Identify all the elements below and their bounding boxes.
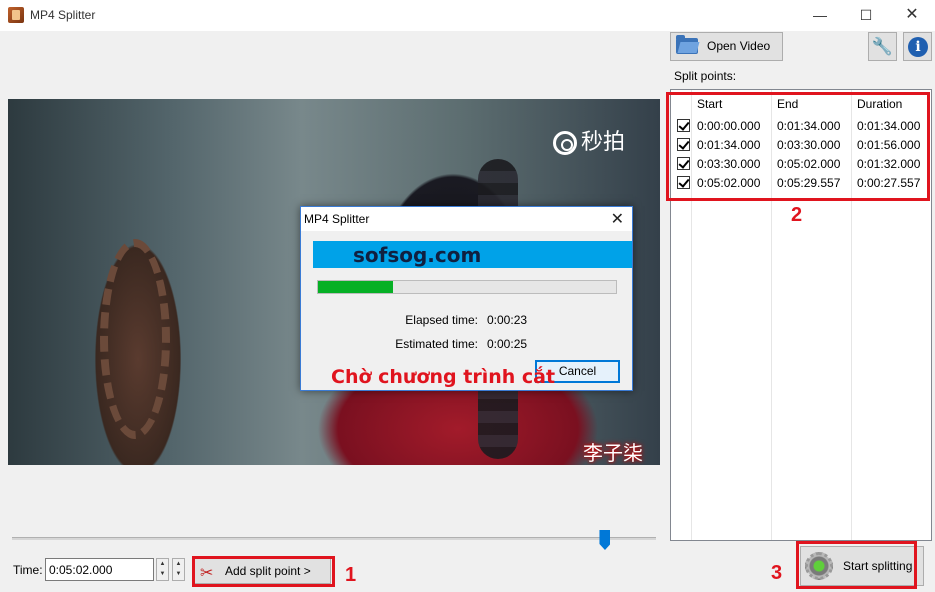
close-button[interactable]: ✕ bbox=[889, 0, 935, 31]
progress-dialog: MP4 Splitter ✕ sofsog.com Elapsed time: … bbox=[300, 206, 633, 391]
progress-fill bbox=[318, 281, 393, 293]
wait-caption: Chờ chương trình cắt bbox=[331, 366, 556, 388]
wrench-icon: 🔧 bbox=[871, 37, 894, 56]
annotation-number-2: 2 bbox=[791, 204, 803, 226]
minimize-button[interactable]: — bbox=[797, 0, 843, 31]
elapsed-label: Elapsed time: bbox=[405, 313, 478, 327]
video-watermark: 秒拍 bbox=[553, 124, 625, 156]
timeline-slider-track[interactable] bbox=[12, 537, 656, 540]
video-caption: 李子柒 bbox=[583, 441, 643, 465]
open-video-button[interactable]: Open Video bbox=[670, 32, 783, 61]
estimated-value: 0:00:25 bbox=[487, 337, 528, 351]
time-spinner-2[interactable]: ▲ ▼ bbox=[172, 558, 185, 581]
time-spinner-1[interactable]: ▲ ▼ bbox=[156, 558, 169, 581]
progress-bar bbox=[317, 280, 617, 294]
maximize-button[interactable]: ☐ bbox=[843, 0, 889, 31]
watermark-banner: sofsog.com bbox=[313, 241, 632, 268]
time-input[interactable] bbox=[45, 558, 154, 581]
info-button[interactable]: i bbox=[903, 32, 932, 61]
annotation-box-1 bbox=[192, 556, 335, 587]
open-video-label: Open Video bbox=[707, 39, 771, 53]
settings-button[interactable]: 🔧 bbox=[868, 32, 897, 61]
elapsed-value: 0:00:23 bbox=[487, 313, 528, 327]
camera-icon bbox=[553, 131, 577, 155]
dialog-close-icon[interactable]: ✕ bbox=[611, 209, 624, 229]
split-points-label: Split points: bbox=[674, 69, 737, 83]
dialog-title: MP4 Splitter bbox=[304, 212, 370, 226]
estimated-label: Estimated time: bbox=[395, 337, 478, 351]
timeline-slider-thumb[interactable] bbox=[599, 530, 611, 550]
window-title: MP4 Splitter bbox=[30, 8, 96, 22]
info-icon: i bbox=[908, 37, 928, 57]
background-wheel bbox=[100, 239, 170, 439]
dialog-title-bar: MP4 Splitter ✕ bbox=[301, 207, 632, 231]
folder-icon bbox=[676, 35, 698, 54]
annotation-number-3: 3 bbox=[771, 562, 783, 584]
title-bar: MP4 Splitter — ☐ ✕ bbox=[0, 0, 935, 31]
annotation-box-2 bbox=[666, 92, 930, 201]
annotation-box-3 bbox=[796, 541, 917, 589]
watermark-text: 秒拍 bbox=[581, 130, 626, 155]
annotation-number-1: 1 bbox=[345, 564, 357, 586]
banner-text: sofsog.com bbox=[353, 243, 482, 267]
app-icon bbox=[8, 7, 24, 23]
time-label: Time: bbox=[13, 563, 43, 577]
